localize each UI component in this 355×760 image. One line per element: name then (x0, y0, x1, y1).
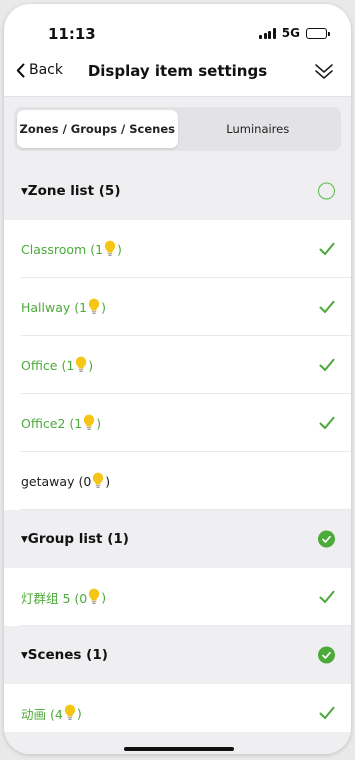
item-label-suffix: ) (101, 299, 106, 315)
back-label: Back (29, 62, 63, 78)
check-circle-icon (318, 646, 335, 664)
lightbulb-icon (76, 356, 87, 372)
item-label: Office (1 (21, 357, 75, 373)
item-label: 灯群组 5 (0 (21, 590, 88, 606)
scenes-title: ▾Scenes (1) (21, 647, 108, 663)
lightbulb-icon (64, 704, 76, 720)
item-label-suffix: ) (96, 415, 102, 431)
item-label: Office2 (1 (21, 415, 83, 431)
checkmark-icon (319, 242, 335, 255)
lightbulb-icon (104, 240, 116, 256)
item-label-suffix: ) (117, 241, 122, 257)
checkmark-icon (319, 706, 335, 719)
zone-list-header[interactable]: ▾Zone list (5) (4, 162, 351, 220)
list-item[interactable]: Hallway (1) (4, 278, 351, 336)
scenes-header[interactable]: ▾Scenes (1) (4, 626, 351, 684)
chevron-left-icon (16, 63, 25, 77)
list-item[interactable]: Office2 (1) (4, 394, 351, 452)
checkmark-icon (319, 300, 335, 313)
list-item[interactable]: Office (1) (4, 336, 351, 394)
list-item[interactable]: 灯群组 5 (0) (4, 568, 351, 626)
list-item[interactable]: Classroom (1) (4, 220, 351, 278)
item-label: Hallway (1 (21, 299, 88, 315)
double-chevron-down-icon[interactable] (313, 61, 335, 83)
signal-icon (259, 27, 276, 39)
group-list-title: ▾Group list (1) (21, 531, 129, 547)
list-item[interactable]: getaway (0) (4, 452, 351, 510)
zone-select-all-toggle[interactable] (318, 182, 335, 200)
group-list-header[interactable]: ▾Group list (1) (4, 510, 351, 568)
item-label-suffix: ) (76, 705, 82, 721)
navigation-bar: Back Display item settings (4, 50, 351, 94)
checkmark-icon (319, 590, 335, 603)
zone-list-title: ▾Zone list (5) (21, 183, 121, 199)
lightbulb-icon (88, 298, 100, 314)
group-select-all-toggle[interactable] (318, 530, 335, 548)
battery-icon (306, 27, 330, 39)
home-indicator[interactable] (124, 747, 234, 751)
item-label-suffix: ) (105, 473, 111, 489)
tab-luminaires[interactable]: Luminaires (178, 110, 339, 148)
lightbulb-icon (93, 472, 104, 488)
segmented-control: Zones / Groups / Scenes Luminaires (14, 107, 341, 151)
item-label-suffix: ) (88, 357, 94, 373)
item-label: getaway (0 (21, 473, 92, 489)
item-label: 动画 (4 (21, 706, 63, 722)
item-label: Classroom (1 (21, 241, 104, 257)
lightbulb-icon (84, 414, 95, 430)
status-time: 11:13 (48, 25, 96, 43)
lightbulb-icon (89, 588, 100, 604)
status-indicators: 5G (259, 26, 330, 40)
back-button[interactable]: Back (16, 62, 63, 78)
item-label-suffix: ) (101, 589, 107, 605)
display-item-list: ▾Zone list (5) Classroom (1) Hallway (1)… (4, 162, 351, 742)
tab-bar: Zones / Groups / Scenes Luminaires (4, 96, 351, 162)
scenes-select-all-toggle[interactable] (318, 646, 335, 664)
network-type: 5G (281, 26, 300, 40)
check-circle-icon (318, 530, 335, 548)
checkmark-icon (319, 416, 335, 429)
status-bar: 11:13 5G (4, 4, 351, 50)
tab-zones-groups-scenes[interactable]: Zones / Groups / Scenes (17, 110, 178, 148)
empty-circle-icon (318, 182, 335, 200)
phone-screen: 11:13 5G Back Display item settings Zone… (4, 4, 351, 754)
checkmark-icon (319, 358, 335, 371)
